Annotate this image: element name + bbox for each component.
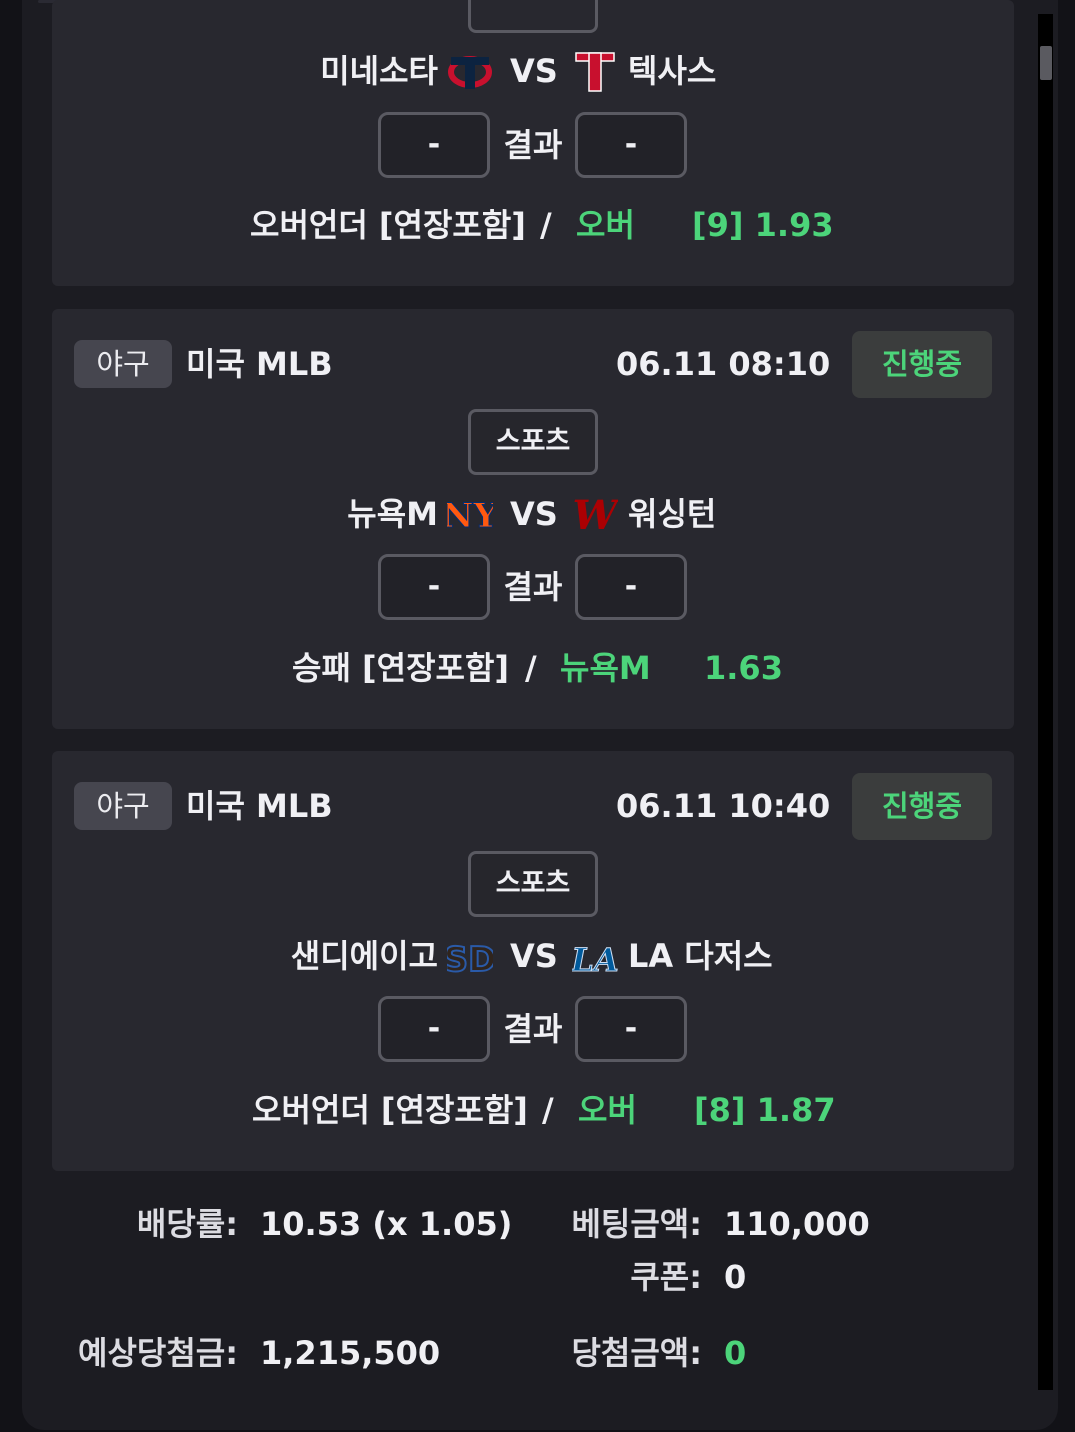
home-team-name: 뉴욕M bbox=[347, 495, 438, 533]
versus-label: VS bbox=[510, 495, 558, 533]
padres-logo-icon: SD bbox=[447, 939, 493, 979]
game-datetime: 06.11 08:10 bbox=[616, 345, 831, 383]
odds-label: 배당률: bbox=[136, 1205, 238, 1243]
game-card: 야구 미국 MLB 06.11 10:40 진행중 스포츠 샌디에이고 SD V… bbox=[52, 751, 1014, 1171]
win-amount-label: 당첨금액: bbox=[571, 1334, 702, 1372]
league-name: 미국 MLB bbox=[186, 345, 333, 383]
home-score-box: - bbox=[378, 112, 490, 178]
dodgers-logo-icon: LA bbox=[572, 941, 618, 980]
versus-label: VS bbox=[510, 52, 558, 90]
game-card: 미네소타 VS 텍사스 - 결과 - 오버언더 [연장포함] / 오버 [9] … bbox=[52, 0, 1014, 286]
bet-slip-panel: 미네소타 VS 텍사스 - 결과 - 오버언더 [연장포함] / 오버 [9] … bbox=[22, 0, 1058, 1430]
mets-logo-icon: NY bbox=[447, 496, 493, 537]
coupon-label: 쿠폰: bbox=[630, 1258, 702, 1296]
selected-pick: 뉴욕M bbox=[560, 649, 651, 687]
pick-odds: [8] 1.87 bbox=[694, 1091, 836, 1129]
game-card: 야구 미국 MLB 06.11 08:10 진행중 스포츠 뉴욕M NY VS … bbox=[52, 309, 1014, 729]
pick-odds: [9] 1.93 bbox=[692, 206, 834, 244]
sport-badge: 야구 bbox=[74, 340, 172, 388]
market-name: 오버언더 [연장포함] bbox=[252, 1091, 528, 1129]
twins-logo-icon bbox=[448, 56, 492, 89]
away-score-box: - bbox=[575, 554, 687, 620]
scrollbar-thumb[interactable] bbox=[1040, 46, 1052, 80]
status-badge: 진행중 bbox=[852, 331, 992, 398]
nationals-logo-icon: W bbox=[573, 492, 618, 537]
league-name: 미국 MLB bbox=[186, 787, 333, 825]
bet-line: 오버언더 [연장포함] / 오버 [8] 1.87 bbox=[52, 1085, 1014, 1135]
bet-line: 승패 [연장포함] / 뉴욕M 1.63 bbox=[52, 643, 1014, 693]
rangers-logo-icon bbox=[575, 52, 615, 92]
separator: / bbox=[542, 1091, 554, 1129]
away-team-name: 워싱턴 bbox=[628, 495, 717, 533]
separator: / bbox=[525, 649, 537, 687]
result-label: 결과 bbox=[503, 568, 563, 606]
expected-win-value: 1,215,500 bbox=[260, 1334, 441, 1372]
home-team-name: 샌디에이고 bbox=[290, 937, 438, 975]
category-box: 스포츠 bbox=[468, 851, 598, 917]
svg-text:LA: LA bbox=[572, 941, 618, 979]
selected-pick: 오버 bbox=[576, 206, 635, 244]
matchup: 뉴욕M NY VS W 워싱턴 bbox=[52, 489, 1014, 539]
away-team-name: 텍사스 bbox=[628, 52, 717, 90]
win-amount-value: 0 bbox=[724, 1334, 747, 1372]
away-team-name: LA 다저스 bbox=[628, 937, 773, 975]
market-name: 승패 [연장포함] bbox=[292, 649, 510, 687]
bet-amount-value: 110,000 bbox=[724, 1205, 870, 1243]
selected-pick: 오버 bbox=[578, 1091, 637, 1129]
away-score-box: - bbox=[575, 996, 687, 1062]
svg-text:W: W bbox=[573, 492, 618, 537]
versus-label: VS bbox=[510, 937, 558, 975]
pick-odds: 1.63 bbox=[704, 649, 783, 687]
separator: / bbox=[540, 206, 552, 244]
category-box-partial bbox=[468, 0, 598, 33]
status-badge: 진행중 bbox=[852, 773, 992, 840]
odds-value: 10.53 (x 1.05) bbox=[260, 1205, 513, 1243]
bet-line: 오버언더 [연장포함] / 오버 [9] 1.93 bbox=[52, 200, 1014, 250]
scrollbar[interactable] bbox=[1038, 14, 1053, 1390]
home-score-box: - bbox=[378, 554, 490, 620]
market-name: 오버언더 [연장포함] bbox=[250, 206, 526, 244]
bet-amount-label: 베팅금액: bbox=[571, 1205, 702, 1243]
game-datetime: 06.11 10:40 bbox=[616, 787, 831, 825]
expected-win-label: 예상당첨금: bbox=[78, 1334, 238, 1372]
result-label: 결과 bbox=[503, 1010, 563, 1048]
result-label: 결과 bbox=[503, 126, 563, 164]
svg-text:SD: SD bbox=[447, 940, 493, 979]
home-score-box: - bbox=[378, 996, 490, 1062]
away-score-box: - bbox=[575, 112, 687, 178]
coupon-value: 0 bbox=[724, 1258, 747, 1296]
home-team-name: 미네소타 bbox=[320, 52, 438, 90]
category-box: 스포츠 bbox=[468, 409, 598, 475]
svg-text:NY: NY bbox=[447, 496, 493, 536]
matchup: 미네소타 VS 텍사스 bbox=[52, 46, 1014, 96]
sport-badge: 야구 bbox=[74, 782, 172, 830]
matchup: 샌디에이고 SD VS LA LA 다저스 bbox=[52, 931, 1014, 981]
